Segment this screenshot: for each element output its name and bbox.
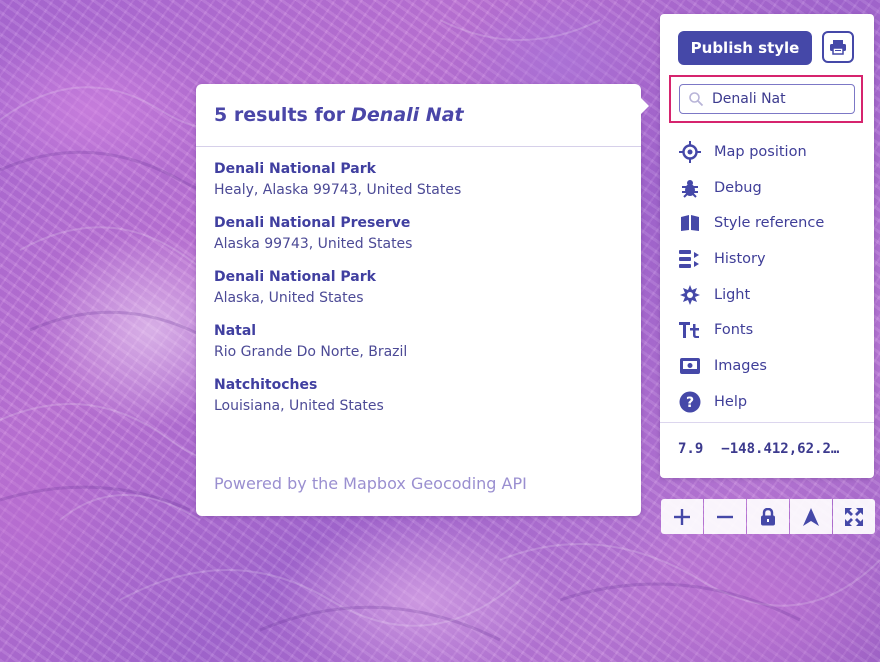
result-item[interactable]: Denali National Park Alaska, United Stat… [196, 267, 641, 309]
results-list: Denali National Park Healy, Alaska 99743… [196, 159, 641, 417]
compass-icon [803, 507, 819, 526]
result-item[interactable]: Denali National Preserve Alaska 99743, U… [196, 213, 641, 255]
center-coordinates: −148.412,62.2… [721, 441, 840, 457]
image-icon [678, 354, 702, 378]
result-name: Natchitoches [214, 377, 318, 393]
result-name: Natal [214, 323, 257, 339]
results-count-text: 5 results for [214, 104, 346, 126]
menu-item-style-reference[interactable]: Style reference [678, 205, 858, 241]
result-item[interactable]: Natal Rio Grande Do Norte, Brazil [196, 321, 641, 363]
print-icon [830, 40, 846, 55]
menu-item-label: History [714, 250, 766, 267]
menu-item-map-position[interactable]: Map position [678, 134, 858, 170]
menu-item-label: Light [714, 286, 751, 303]
sun-icon [678, 283, 702, 307]
map-position-readout: 7.9 −148.412,62.2… [678, 441, 868, 457]
help-icon: ? [678, 390, 702, 414]
map-controls [661, 499, 875, 534]
fullscreen-button[interactable] [833, 499, 875, 534]
result-item[interactable]: Denali National Park Healy, Alaska 99743… [196, 159, 641, 201]
search-icon [689, 92, 704, 107]
menu-item-debug[interactable]: Debug [678, 170, 858, 206]
history-icon [678, 247, 702, 271]
result-address: Alaska 99743, United States [214, 236, 413, 252]
search-results-popover: 5 results for Denali Nat Denali National… [196, 84, 649, 516]
zoom-out-button[interactable] [704, 499, 746, 534]
zoom-level: 7.9 [678, 441, 704, 457]
menu-item-light[interactable]: Light [678, 277, 858, 313]
search-field[interactable] [679, 84, 855, 114]
toolbar-panel: Publish style Denali Nat Map position De… [660, 14, 874, 478]
svg-text:?: ? [686, 395, 694, 411]
menu-item-fonts[interactable]: Fonts [678, 312, 858, 348]
result-item[interactable]: Natchitoches Louisiana, United States [196, 375, 641, 417]
fullscreen-icon [845, 507, 863, 526]
menu-item-label: Fonts [714, 322, 754, 339]
search-highlight [669, 75, 863, 123]
publish-style-button[interactable]: Publish style [678, 31, 812, 65]
results-query: Denali Nat [351, 104, 464, 126]
crosshair-icon [678, 140, 702, 164]
search-input[interactable] [712, 91, 842, 107]
print-button[interactable] [822, 31, 854, 63]
result-address: Healy, Alaska 99743, United States [214, 182, 462, 198]
book-icon [678, 211, 702, 235]
menu-item-label: Map position [714, 143, 807, 160]
result-name: Denali National Park [214, 269, 376, 285]
result-address: Louisiana, United States [214, 398, 384, 414]
menu-item-label: Images [714, 357, 767, 374]
lock-icon [761, 507, 775, 525]
menu-item-label: Help [714, 393, 748, 410]
lock-button[interactable] [747, 499, 789, 534]
result-name: Denali National Preserve [214, 215, 411, 231]
zoom-in-icon [674, 508, 690, 525]
menu-item-label: Style reference [714, 215, 825, 232]
bug-icon [678, 176, 702, 200]
result-address: Alaska, United States [214, 290, 364, 306]
menu-item-label: Debug [714, 179, 762, 196]
result-name: Denali National Park [214, 161, 376, 177]
menu-item-history[interactable]: History [678, 241, 858, 277]
menu-item-help[interactable]: ? Help [678, 384, 858, 420]
powered-by-link[interactable]: Powered by the Mapbox Geocoding API [214, 474, 527, 493]
results-header: 5 results for Denali Nat [196, 84, 641, 147]
menu-item-images[interactable]: Images [678, 348, 858, 384]
compass-button[interactable] [790, 499, 832, 534]
fonts-icon [678, 318, 702, 342]
zoom-out-icon [717, 515, 733, 518]
zoom-in-button[interactable] [661, 499, 703, 534]
toolbar-menu: Map position Debug Style reference Histo… [678, 134, 858, 420]
panel-divider [660, 422, 874, 423]
result-address: Rio Grande Do Norte, Brazil [214, 344, 408, 360]
